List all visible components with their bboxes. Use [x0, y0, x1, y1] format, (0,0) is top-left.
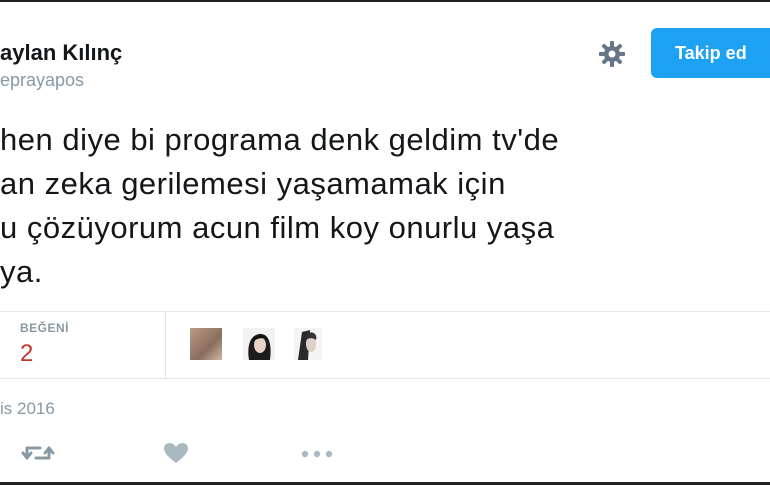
heart-icon: [163, 442, 189, 469]
divider: [165, 312, 166, 378]
tweet-line: ya.: [0, 254, 43, 289]
more-icon: [300, 446, 336, 464]
like-button[interactable]: [163, 442, 189, 468]
tweet-line: u çözüyorum acun film koy onurlu yaşa: [0, 210, 555, 245]
top-border: [0, 0, 770, 2]
tweet-date[interactable]: is 2016: [0, 399, 55, 419]
divider: [0, 311, 770, 312]
tweet-line: hen diye bi programa denk geldim tv'de: [0, 122, 560, 157]
likes-label: BEĞENİ: [20, 321, 70, 335]
avatar[interactable]: [294, 328, 322, 360]
retweet-icon: [20, 442, 56, 469]
avatar[interactable]: [190, 328, 222, 360]
more-button[interactable]: [300, 442, 336, 468]
divider: [0, 378, 770, 379]
tweet-text: hen diye bi programa denk geldim tv'de a…: [0, 118, 770, 294]
gear-icon[interactable]: [595, 38, 629, 70]
likes-count[interactable]: 2: [20, 340, 33, 368]
avatar[interactable]: [243, 328, 275, 360]
tweet-line: an zeka gerilemesi yaşamamak için: [0, 166, 506, 201]
display-name[interactable]: aylan Kılınç: [0, 40, 122, 66]
retweet-button[interactable]: [20, 442, 56, 468]
username[interactable]: eprayapos: [0, 70, 84, 91]
follow-button[interactable]: Takip ed: [651, 28, 770, 78]
